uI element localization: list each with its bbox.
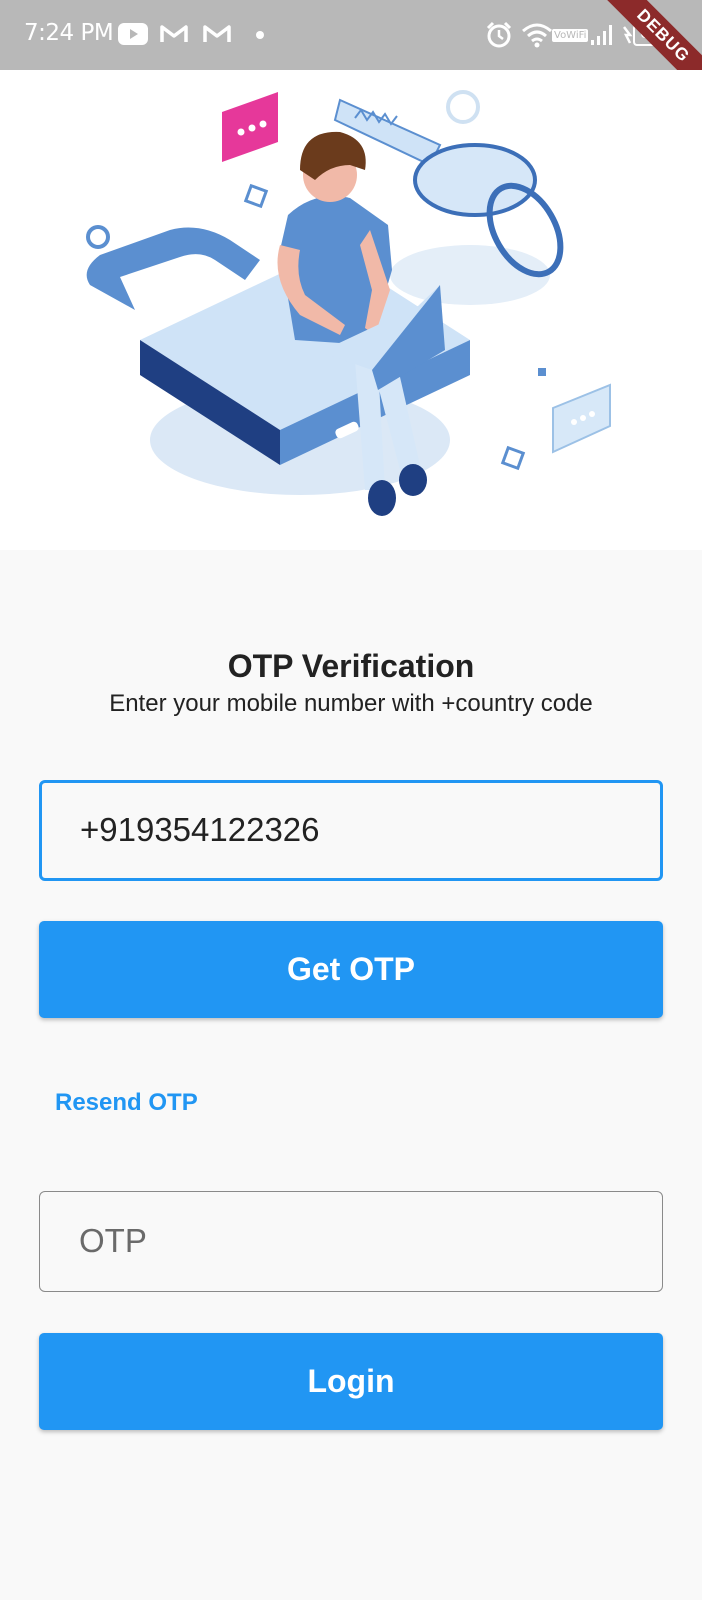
phone-number-value: +919354122326	[80, 811, 320, 848]
hero-illustration	[0, 70, 702, 550]
dot-icon	[256, 31, 264, 39]
phone-number-input[interactable]: +919354122326	[39, 780, 663, 881]
get-otp-button[interactable]: Get OTP	[39, 921, 663, 1018]
page-title: OTP Verification	[227, 648, 475, 684]
message-bubble-icon	[552, 383, 611, 454]
page-subtitle: Enter your mobile number with +country c…	[109, 690, 593, 717]
status-bar: 7:24 PM VoWiFi 66 DEBUG	[0, 0, 702, 70]
status-time: 7:24 PM	[24, 20, 114, 46]
vowifi-label: VoWiFi	[552, 29, 589, 42]
chat-bubble-icon	[222, 92, 278, 162]
resend-otp-link[interactable]: Resend OTP	[55, 1089, 198, 1117]
signal-icon	[591, 25, 612, 45]
alarm-icon	[486, 21, 512, 48]
youtube-icon	[118, 23, 148, 45]
security-illustration	[86, 90, 611, 516]
gmail-icon	[203, 25, 231, 42]
gmail-icon	[160, 25, 188, 42]
otp-placeholder: OTP	[79, 1222, 147, 1259]
login-button[interactable]: Login	[39, 1333, 663, 1430]
wifi-icon	[522, 23, 552, 48]
otp-input[interactable]: OTP	[39, 1191, 663, 1292]
